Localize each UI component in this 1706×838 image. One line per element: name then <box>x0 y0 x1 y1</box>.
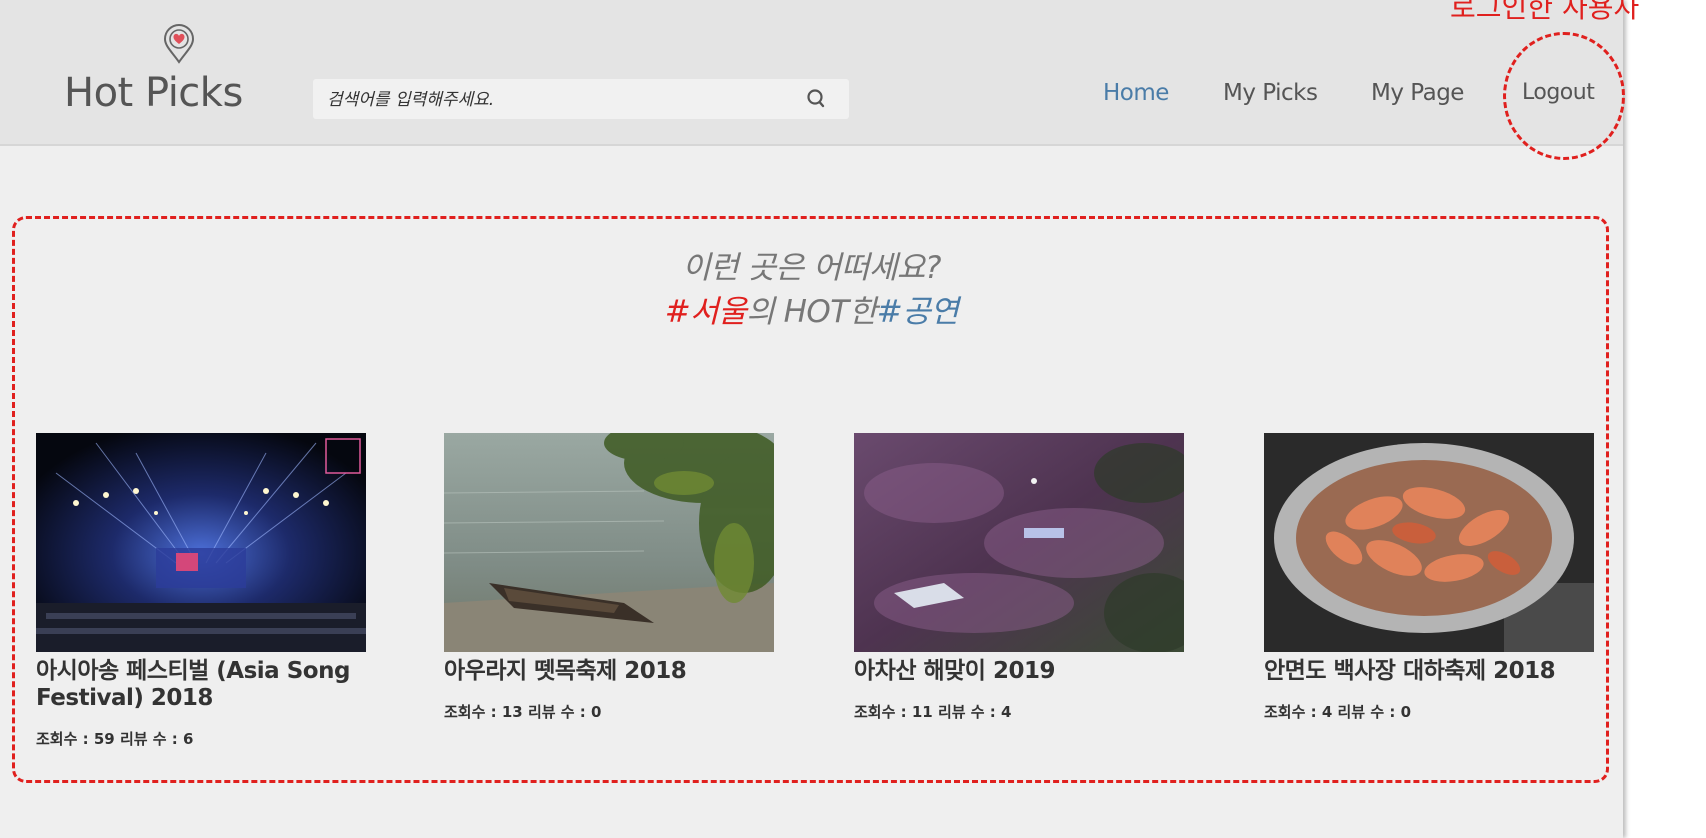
search-icon[interactable] <box>804 87 828 111</box>
heart-pin-icon <box>163 24 195 64</box>
search-bar <box>313 79 849 121</box>
annotation-label: 로그인한 사용자 <box>1450 0 1640 24</box>
nav-my-page[interactable]: My Page <box>1371 80 1464 106</box>
annotation-logout-circle <box>1503 32 1625 160</box>
logo[interactable]: Hot Picks <box>64 20 264 120</box>
nav-home[interactable]: Home <box>1103 80 1169 106</box>
search-input[interactable] <box>325 79 769 121</box>
logo-text: Hot Picks <box>64 70 243 116</box>
header: Hot Picks Home My Picks My Page Logout <box>0 0 1623 146</box>
annotation-recommend-box <box>12 216 1609 783</box>
nav-my-picks[interactable]: My Picks <box>1223 80 1318 106</box>
